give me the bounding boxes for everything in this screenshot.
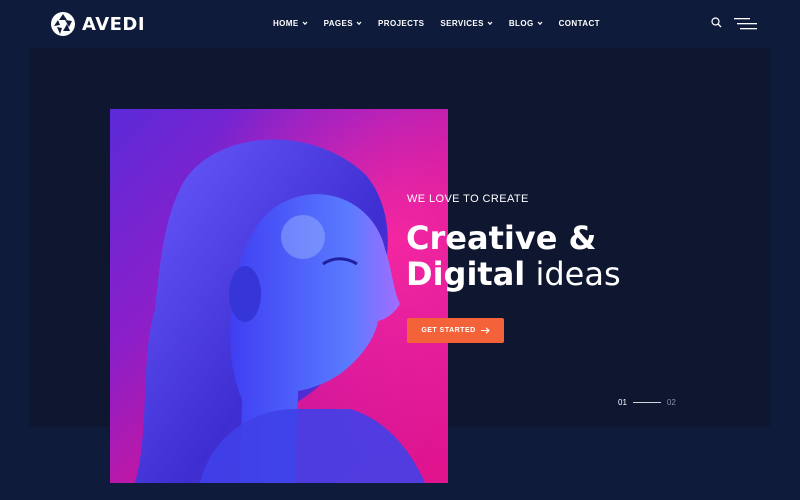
slide-pager: 01 02 [618,398,676,407]
portrait-illustration [110,109,448,483]
nav-item-label: PAGES [323,18,354,28]
hamburger-menu-icon[interactable] [734,17,757,30]
cta-label: GET STARTED [421,327,476,334]
nav-item-label: CONTACT [558,18,600,28]
chevron-down-icon [537,21,543,26]
hero-eyebrow: WE LOVE TO CREATE [407,193,529,205]
main-nav: HOME PAGES PROJECTS SERVICES BLOG CONTAC… [273,17,616,29]
brand-name: AVEDI [82,13,146,35]
pager-current[interactable]: 01 [618,398,627,407]
hero-headline: Creative & Digital ideas [406,220,621,292]
headline-line-2-light: ideas [525,255,621,293]
site-header: AVEDI HOME PAGES PROJECTS SERVICES BLOG … [0,0,800,48]
nav-item-contact[interactable]: CONTACT [559,17,600,29]
nav-item-projects[interactable]: PROJECTS [378,17,424,29]
hero-portrait-image [110,109,448,483]
arrow-right-icon [480,327,490,334]
nav-item-label: HOME [273,18,299,28]
nav-item-blog[interactable]: BLOG [509,17,543,29]
pager-divider [632,402,661,403]
nav-item-services[interactable]: SERVICES [440,17,493,29]
nav-item-pages[interactable]: PAGES [324,17,362,29]
chevron-down-icon [302,21,308,26]
chevron-down-icon [487,21,493,26]
aperture-logo-icon [51,12,75,36]
pager-next[interactable]: 02 [667,398,676,407]
nav-item-label: SERVICES [440,18,484,28]
chevron-down-icon [356,21,362,26]
nav-item-label: PROJECTS [378,18,425,28]
nav-item-home[interactable]: HOME [273,17,308,29]
search-icon[interactable] [711,17,722,28]
brand-logo[interactable]: AVEDI [50,10,145,38]
nav-item-label: BLOG [508,18,534,28]
get-started-button[interactable]: GET STARTED [407,318,504,343]
headline-line-2-bold: Digital [406,255,526,293]
headline-line-1: Creative & [406,219,597,257]
